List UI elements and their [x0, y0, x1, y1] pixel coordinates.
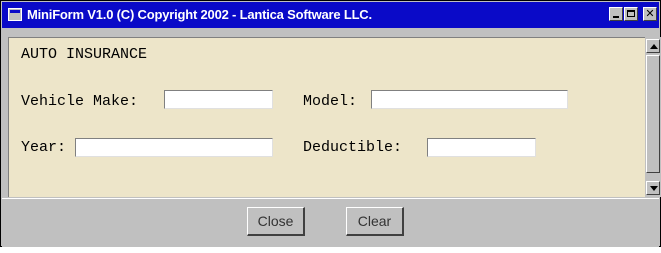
miniform-window: MiniForm V1.0 (C) Copyright 2002 - Lanti…: [0, 0, 661, 247]
maximize-icon[interactable]: [624, 7, 638, 21]
close-icon[interactable]: ✕: [643, 7, 657, 21]
year-field[interactable]: [75, 138, 273, 157]
vertical-scrollbar[interactable]: [645, 37, 661, 197]
form-area: AUTO INSURANCE Vehicle Make: Model: Year…: [8, 37, 645, 197]
year-label: Year:: [21, 139, 67, 156]
form-heading: AUTO INSURANCE: [21, 46, 148, 63]
title-bar[interactable]: MiniForm V1.0 (C) Copyright 2002 - Lanti…: [2, 2, 659, 28]
scrollbar-thumb[interactable]: [646, 55, 660, 173]
model-field[interactable]: [371, 90, 568, 109]
minimize-icon[interactable]: [609, 7, 623, 21]
scroll-up-arrow-icon[interactable]: [646, 39, 660, 53]
close-button[interactable]: Close: [247, 207, 305, 236]
deductible-label: Deductible:: [303, 139, 403, 156]
model-label: Model:: [303, 93, 358, 110]
button-bar: Close Clear: [2, 198, 659, 247]
deductible-field[interactable]: [427, 138, 536, 157]
vehicle-make-label: Vehicle Make:: [21, 93, 139, 110]
clear-button[interactable]: Clear: [346, 207, 404, 236]
window-title: MiniForm V1.0 (C) Copyright 2002 - Lanti…: [27, 7, 372, 22]
scroll-down-arrow-icon[interactable]: [646, 181, 660, 195]
vehicle-make-field[interactable]: [164, 90, 273, 109]
app-icon[interactable]: [8, 8, 22, 21]
